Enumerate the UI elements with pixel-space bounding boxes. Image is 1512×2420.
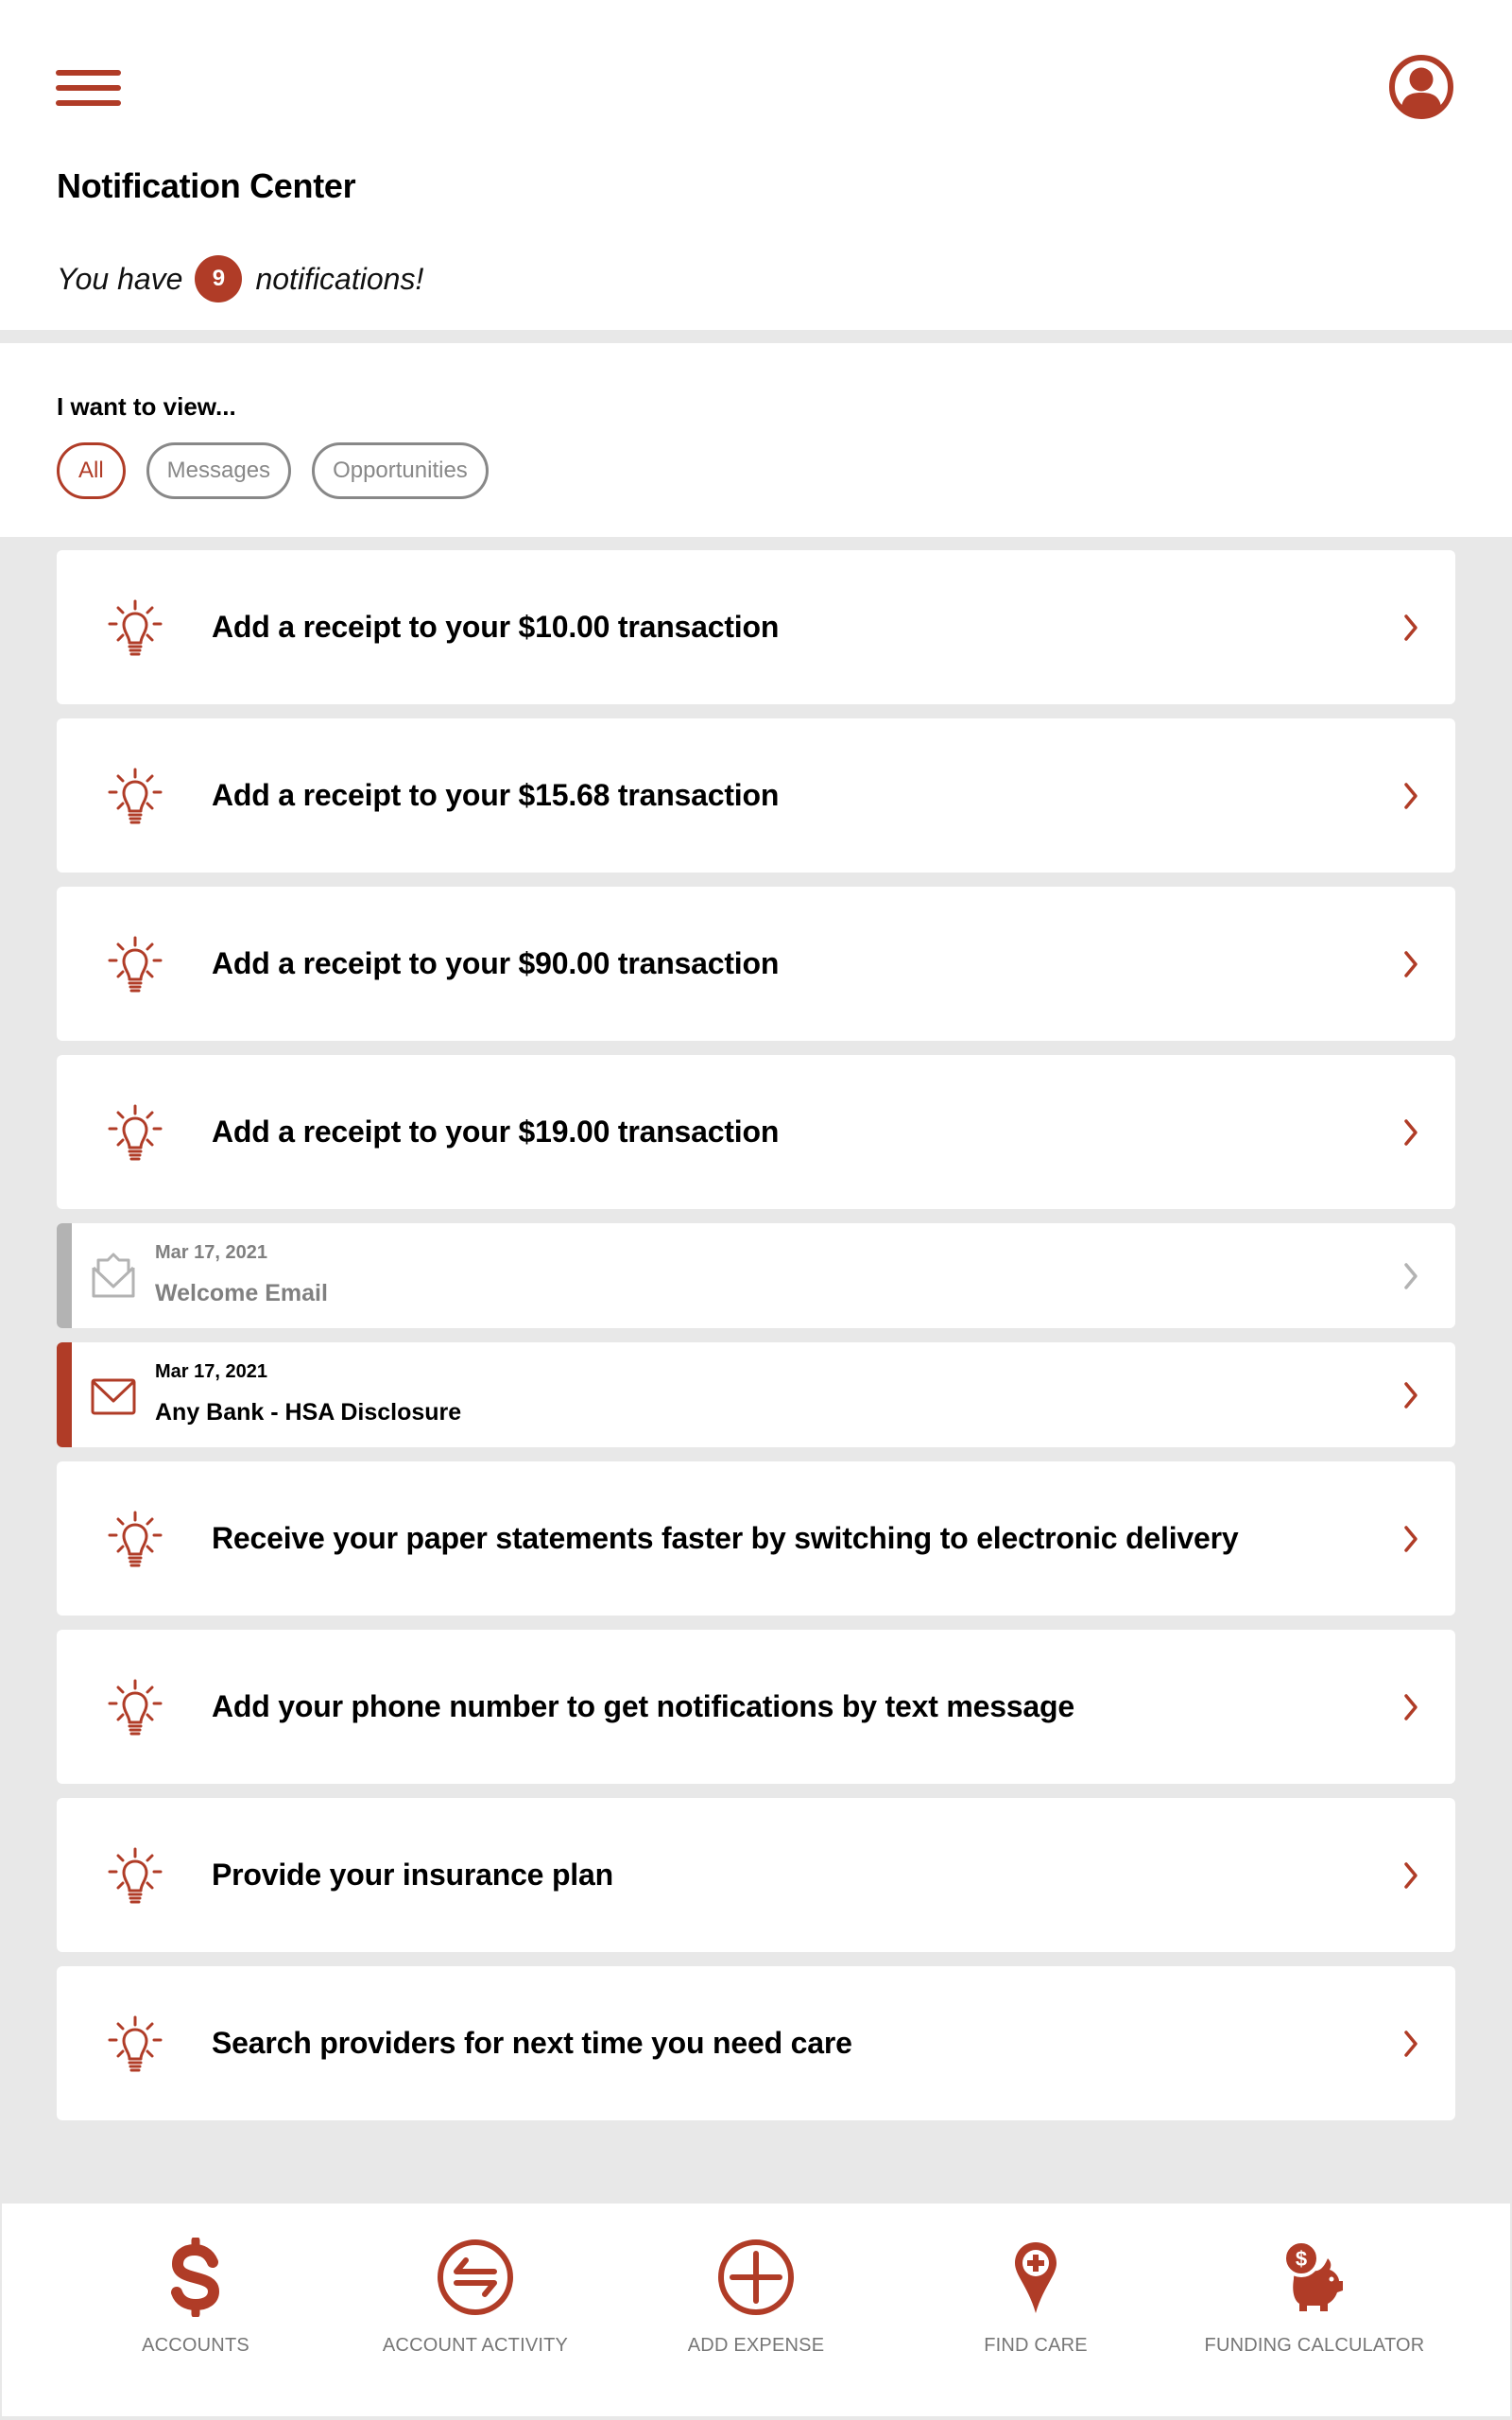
message-item-unread[interactable]: Mar 17, 2021 Any Bank - HSA Disclosure xyxy=(57,1342,1455,1447)
notification-text: Receive your paper statements faster by … xyxy=(212,1521,1239,1555)
filter-pills: All Messages Opportunities xyxy=(57,442,489,499)
notification-item[interactable]: Add a receipt to your $19.00 transaction xyxy=(57,1055,1455,1209)
lightbulb-icon xyxy=(108,1847,163,1903)
filter-section: I want to view... All Messages Opportuni… xyxy=(0,343,1512,537)
nav-label: ACCOUNTS xyxy=(142,2335,249,2356)
notification-item[interactable]: Add a receipt to your $10.00 transaction xyxy=(57,550,1455,704)
chevron-right-icon xyxy=(1404,614,1418,641)
chevron-right-icon xyxy=(1404,1693,1418,1720)
dollar-sign-icon xyxy=(171,2238,220,2317)
notification-text: Add your phone number to get notificatio… xyxy=(212,1689,1074,1723)
page-title: Notification Center xyxy=(57,166,356,205)
message-title: Any Bank - HSA Disclosure xyxy=(155,1399,462,1426)
location-pin-plus-icon xyxy=(1015,2242,1057,2313)
lightbulb-icon xyxy=(108,1511,163,1566)
transfer-arrows-icon xyxy=(438,2239,513,2315)
chevron-right-icon xyxy=(1404,1525,1418,1552)
chevron-right-icon xyxy=(1404,2030,1418,2057)
filter-messages[interactable]: Messages xyxy=(146,442,292,499)
notification-item[interactable]: Add your phone number to get notificatio… xyxy=(57,1630,1455,1784)
message-content: Mar 17, 2021 Welcome Email xyxy=(155,1242,328,1307)
filter-all[interactable]: All xyxy=(57,442,126,499)
lightbulb-icon xyxy=(108,768,163,823)
plus-circle-icon xyxy=(718,2239,794,2315)
notification-list: Add a receipt to your $10.00 transaction… xyxy=(57,550,1455,2135)
message-date: Mar 17, 2021 xyxy=(155,1242,267,1263)
count-suffix: notifications! xyxy=(255,261,424,296)
notification-item[interactable]: Provide your insurance plan xyxy=(57,1798,1455,1952)
lightbulb-icon xyxy=(108,936,163,992)
chevron-right-icon xyxy=(1404,1262,1418,1289)
message-title: Welcome Email xyxy=(155,1280,328,1306)
lightbulb-icon xyxy=(108,599,163,655)
filter-label: I want to view... xyxy=(57,392,236,421)
message-date: Mar 17, 2021 xyxy=(155,1361,267,1382)
notification-item[interactable]: Search providers for next time you need … xyxy=(57,1966,1455,2120)
chevron-right-icon xyxy=(1404,782,1418,809)
lightbulb-icon xyxy=(108,2015,163,2071)
envelope-icon xyxy=(91,1378,136,1414)
nav-funding-calculator[interactable]: $ FUNDING CALCULATOR xyxy=(1175,2204,1454,2416)
nav-label: FUNDING CALCULATOR xyxy=(1204,2335,1425,2356)
chevron-right-icon xyxy=(1404,950,1418,977)
message-content: Mar 17, 2021 Any Bank - HSA Disclosure xyxy=(155,1361,461,1426)
notification-text: Add a receipt to your $90.00 transaction xyxy=(212,946,780,980)
notification-item[interactable]: Add a receipt to your $15.68 transaction xyxy=(57,718,1455,873)
nav-label: ADD EXPENSE xyxy=(687,2335,825,2356)
notification-text: Add a receipt to your $19.00 transaction xyxy=(212,1115,780,1149)
filter-opportunities[interactable]: Opportunities xyxy=(312,442,489,499)
notification-count-badge: 9 xyxy=(195,255,243,302)
nav-label: FIND CARE xyxy=(984,2335,1088,2356)
svg-text:$: $ xyxy=(1296,2247,1307,2271)
read-indicator-bar xyxy=(57,1223,72,1328)
lightbulb-icon xyxy=(108,1679,163,1735)
hamburger-menu-icon[interactable] xyxy=(56,68,121,106)
nav-accounts[interactable]: ACCOUNTS xyxy=(56,2204,335,2416)
piggy-bank-icon: $ xyxy=(1282,2239,1343,2311)
notification-text: Add a receipt to your $15.68 transaction xyxy=(212,778,780,812)
notification-text: Add a receipt to your $10.00 transaction xyxy=(212,610,780,644)
nav-find-care[interactable]: FIND CARE xyxy=(896,2204,1176,2416)
chevron-right-icon xyxy=(1404,1381,1418,1409)
chevron-right-icon xyxy=(1404,1861,1418,1889)
unread-indicator-bar xyxy=(57,1342,72,1447)
chevron-right-icon xyxy=(1404,1118,1418,1146)
notification-item[interactable]: Receive your paper statements faster by … xyxy=(57,1461,1455,1616)
nav-account-activity[interactable]: ACCOUNT ACTIVITY xyxy=(335,2204,615,2416)
nav-add-expense[interactable]: ADD EXPENSE xyxy=(616,2204,896,2416)
user-profile-icon[interactable] xyxy=(1388,54,1454,120)
notification-item[interactable]: Add a receipt to your $90.00 transaction xyxy=(57,887,1455,1041)
count-prefix: You have xyxy=(57,261,183,296)
lightbulb-icon xyxy=(108,1104,163,1160)
nav-label: ACCOUNT ACTIVITY xyxy=(382,2335,569,2356)
notification-count-line: You have 9 notifications! xyxy=(57,253,423,304)
message-item-read[interactable]: Mar 17, 2021 Welcome Email xyxy=(57,1223,1455,1328)
notification-text: Search providers for next time you need … xyxy=(212,2026,852,2060)
notification-text: Provide your insurance plan xyxy=(212,1858,613,1892)
bottom-nav: ACCOUNTS ACCOUNT ACTIVITY ADD EXPENSE FI… xyxy=(2,2204,1510,2416)
open-envelope-icon xyxy=(92,1253,135,1297)
header: Notification Center You have 9 notificat… xyxy=(0,0,1512,330)
